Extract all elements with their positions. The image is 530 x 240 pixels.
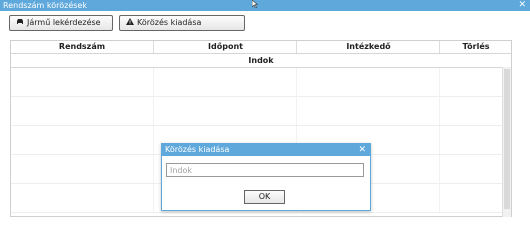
mouse-cursor-icon <box>252 0 258 8</box>
vehicle-query-label: Jármű lekérdezése <box>27 18 101 27</box>
main-window: Rendszám körözések ✕ Jármű lekérdezése K… <box>0 0 530 217</box>
vehicle-query-button[interactable]: Jármű lekérdezése <box>9 15 113 31</box>
dialog-titlebar[interactable]: Körözés kiadása ✕ <box>162 144 370 156</box>
column-header-plate[interactable]: Rendszám <box>11 41 153 53</box>
warning-icon <box>126 16 135 30</box>
column-divider <box>439 155 440 183</box>
ok-button[interactable]: OK <box>244 190 285 204</box>
column-header-officer[interactable]: Intézkedő <box>296 41 440 53</box>
column-divider <box>296 97 297 125</box>
dialog-title: Körözés kiadása <box>165 145 230 154</box>
grid-subheader: Indok <box>11 54 511 68</box>
window-title: Rendszám körözések <box>3 1 87 10</box>
reason-input[interactable] <box>166 163 364 177</box>
column-divider <box>439 97 440 125</box>
issue-label: Körözés kiadása <box>137 18 202 27</box>
column-divider <box>153 155 154 183</box>
column-divider <box>153 97 154 125</box>
column-divider <box>296 68 297 96</box>
column-header-reason: Indok <box>248 56 274 65</box>
car-icon <box>16 16 25 30</box>
column-divider <box>153 126 154 154</box>
column-header-time[interactable]: Időpont <box>153 41 297 53</box>
column-divider <box>153 184 154 212</box>
column-divider <box>439 184 440 212</box>
close-icon[interactable]: ✕ <box>518 0 526 11</box>
issue-dialog: Körözés kiadása ✕ OK <box>161 143 371 211</box>
dialog-close-icon[interactable]: ✕ <box>358 144 366 156</box>
table-row[interactable] <box>11 97 511 126</box>
column-header-delete[interactable]: Törlés <box>439 41 512 53</box>
issue-button[interactable]: Körözés kiadása <box>119 15 245 31</box>
column-divider <box>153 68 154 96</box>
column-divider <box>439 126 440 154</box>
table-row[interactable] <box>11 68 511 97</box>
grid-header: Rendszám Időpont Intézkedő Törlés <box>11 41 511 54</box>
vertical-scrollbar[interactable] <box>502 67 511 217</box>
scrollbar-thumb[interactable] <box>504 69 510 209</box>
column-divider <box>439 68 440 96</box>
window-titlebar[interactable]: Rendszám körözések ✕ <box>0 0 530 11</box>
